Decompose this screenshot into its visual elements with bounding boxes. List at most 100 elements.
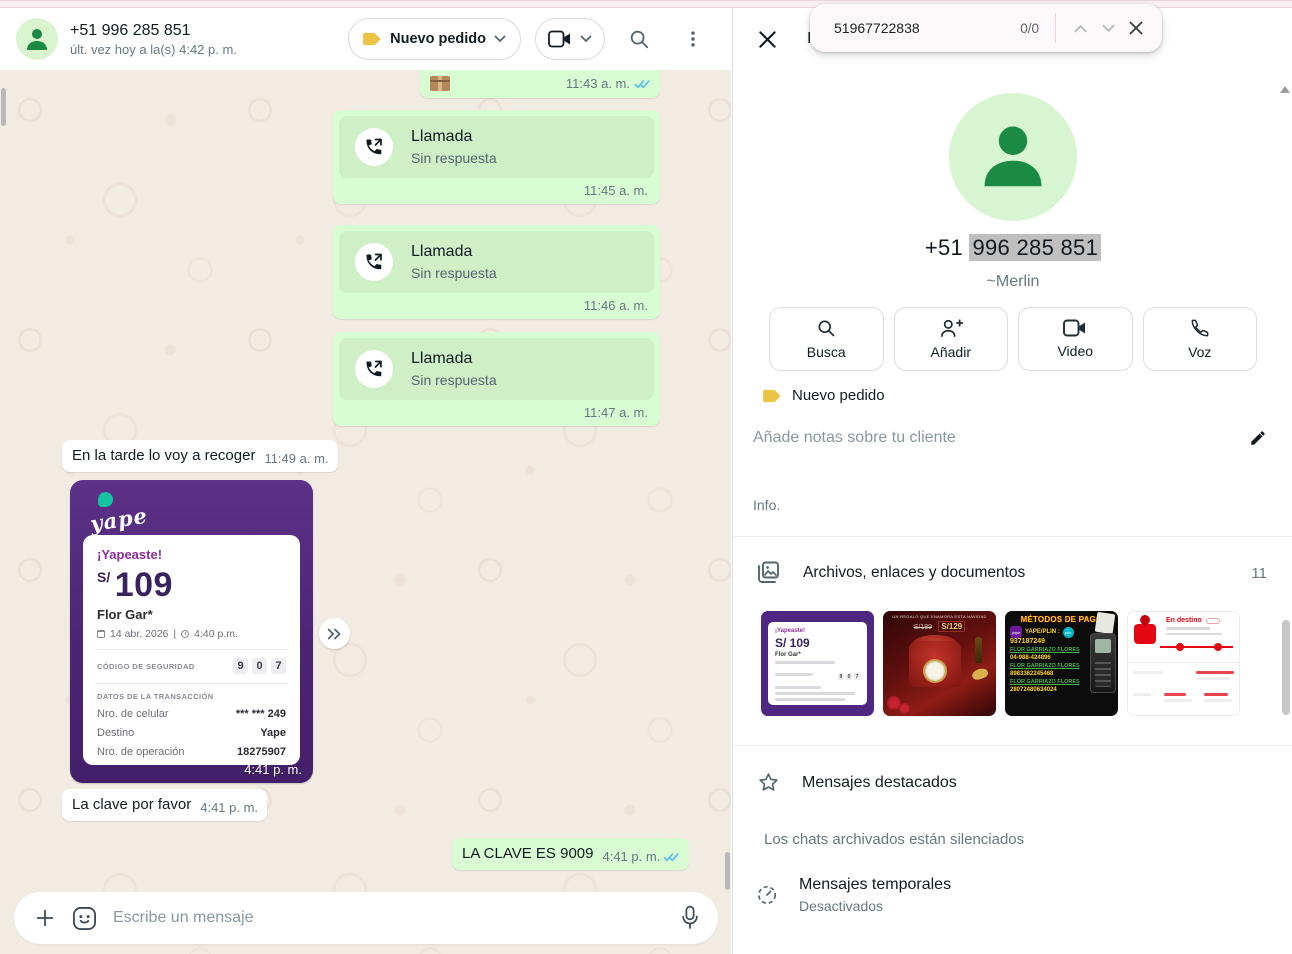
outgoing-call-icon [363, 358, 385, 380]
chat-header-text[interactable]: +51 996 285 851 últ. vez hoy a la(s) 4:4… [70, 22, 237, 57]
receipt-date: 14 abr. 2026 [110, 628, 168, 640]
media-thumbnail-yape-receipt[interactable]: ¡Yapeaste! S/ 109 Flor Gar* 9 0 7 [761, 611, 874, 716]
text-bar [1133, 693, 1151, 696]
message-incoming[interactable]: En la tarde lo voy a recoger 11:49 a. m. [62, 440, 338, 472]
yape-logo-text: yape [88, 503, 149, 537]
receipt-amount-value: 109 [115, 566, 173, 604]
call-icon-circle [355, 243, 393, 281]
row-label: Destino [97, 727, 134, 739]
starred-messages-label: Mensajes destacados [802, 774, 957, 792]
panel-scrollbar-up-arrow[interactable] [1280, 86, 1290, 93]
tracking-checkpoint [1176, 643, 1184, 651]
message-image-yape-receipt[interactable]: yape ¡Yapeaste! S/ 109 Flor Gar* 14 abr.… [70, 480, 313, 783]
forward-message-button[interactable] [319, 618, 350, 649]
message-time: 4:41 p. m. [200, 800, 258, 815]
sticker-emoji-icon[interactable] [72, 906, 97, 931]
message-outgoing[interactable]: LA CLAVE ES 9009 4:41 p. m. [452, 838, 689, 870]
pos-terminal-shape [1090, 633, 1116, 693]
tag-icon [763, 388, 782, 404]
contact-avatar[interactable] [16, 18, 58, 60]
disappearing-status: Desactivados [799, 898, 951, 914]
chat-scrollbar-thumb[interactable] [725, 852, 730, 890]
pencil-icon[interactable] [1249, 429, 1267, 447]
receipt-payee: Flor Gar* [97, 607, 286, 622]
voice-call-action-button[interactable]: Voz [1143, 307, 1258, 371]
text-bar [775, 673, 813, 676]
message-input[interactable] [113, 909, 664, 927]
media-links-docs-row[interactable]: Archivos, enlaces y documentos 11 [755, 561, 1267, 585]
find-previous-button[interactable] [1066, 14, 1094, 42]
contact-big-avatar[interactable] [949, 93, 1077, 221]
media-thumbnail-tracking[interactable]: En destino [1127, 611, 1240, 716]
starred-messages-row[interactable]: Mensajes destacados [757, 771, 1292, 794]
receipt-security-row: CÓDIGO DE SEGURIDAD 9 0 7 [97, 658, 286, 674]
text-bar [1133, 671, 1163, 674]
package-pin-icon [1134, 624, 1156, 644]
search-chat-button[interactable]: Busca [769, 307, 884, 371]
code-digit: 9 [233, 658, 248, 674]
receipt-time: 4:40 p.m. [194, 628, 238, 640]
divider [1055, 13, 1056, 43]
close-icon[interactable] [758, 30, 777, 49]
chat-message-area: 11:43 a. m. [0, 70, 731, 954]
message-incoming[interactable]: La clave por favor 4:41 p. m. [62, 789, 267, 821]
row-value: 18275907 [237, 746, 286, 758]
find-match-count: 0/0 [1020, 21, 1039, 36]
chat-left-scrollbar-thumb[interactable] [1, 88, 6, 126]
action-label: Busca [807, 344, 846, 360]
panel-scrollbar-thumb[interactable] [1282, 620, 1290, 715]
call-card: Llamada Sin respuesta [339, 231, 654, 293]
find-next-button[interactable] [1094, 14, 1122, 42]
message-time: 11:43 a. m. [566, 76, 630, 91]
contact-label-row[interactable]: Nuevo pedido [763, 387, 1292, 404]
call-message[interactable]: Llamada Sin respuesta 11:47 a. m. [333, 332, 660, 426]
video-camera-icon [548, 30, 572, 48]
microphone-icon[interactable] [680, 905, 700, 931]
contact-info-panel: Info. del contacto +51 996 285 851 ~Merl… [732, 8, 1292, 954]
disappearing-title: Mensajes temporales [799, 876, 951, 894]
video-call-button[interactable] [535, 18, 605, 60]
text-bar [775, 661, 835, 664]
text-bar [775, 692, 855, 695]
message-text: En la tarde lo voy a recoger [72, 447, 255, 464]
media-thumbnail-product-photo[interactable]: UN REGALO QUE ENAMORA ESTA NAVIDAD S/189… [883, 611, 996, 716]
row-value: *** *** 249 [236, 708, 286, 720]
status-pill [1206, 618, 1220, 624]
mini-receipt-payee: Flor Gar* [775, 652, 860, 658]
browser-find-bar: 51967722838 0/0 [810, 4, 1162, 52]
video-call-action-button[interactable]: Video [1018, 307, 1133, 371]
find-close-button[interactable] [1122, 14, 1150, 42]
video-camera-icon [1063, 319, 1087, 337]
whatsapp-web-app: +51 996 285 851 últ. vez hoy a la(s) 4:4… [0, 0, 1292, 954]
tracking-checkpoint [1214, 643, 1222, 651]
search-in-chat-button[interactable] [619, 19, 659, 59]
disappearing-timer-icon [755, 882, 779, 906]
clock-icon [181, 630, 189, 638]
contact-info-body: +51 996 285 851 ~Merlin Busca [733, 70, 1292, 954]
add-contact-button[interactable]: Añadir [894, 307, 1009, 371]
call-card: Llamada Sin respuesta [339, 116, 654, 178]
mini-receipt-headline: ¡Yapeaste! [775, 628, 860, 634]
chevron-down-icon [494, 35, 506, 43]
divider [95, 683, 288, 684]
customer-notes-row[interactable]: Añade notas sobre tu cliente [753, 429, 1267, 447]
call-message[interactable]: Llamada Sin respuesta 11:46 a. m. [333, 225, 660, 319]
person-icon [978, 118, 1048, 192]
tracking-detail-grid [1128, 662, 1239, 715]
order-label-button[interactable]: Nuevo pedido [348, 18, 521, 60]
disappearing-messages-row[interactable]: Mensajes temporales Desactivados [755, 876, 1292, 914]
media-thumbnail-payment-methods[interactable]: MÉTODOS DE PAGO yape YAPE/PLIN : plin 93… [1005, 611, 1118, 716]
text-bar [1204, 693, 1228, 696]
contact-phone-number[interactable]: +51 996 285 851 [733, 235, 1292, 261]
call-message[interactable]: Llamada Sin respuesta 11:45 a. m. [333, 110, 660, 204]
chat-contact-title[interactable]: +51 996 285 851 [70, 22, 237, 40]
find-query-text[interactable]: 51967722838 [834, 20, 920, 36]
chat-menu-button[interactable] [673, 19, 713, 59]
new-price: S/129 [938, 621, 965, 632]
call-title: Llamada [411, 243, 497, 261]
attach-plus-icon[interactable] [34, 907, 56, 929]
tracking-progress-line [1160, 646, 1233, 648]
message-outgoing-partial[interactable]: 11:43 a. m. [420, 70, 660, 98]
contact-action-row: Busca Añadir Video [769, 307, 1257, 371]
action-label: Voz [1188, 344, 1211, 360]
